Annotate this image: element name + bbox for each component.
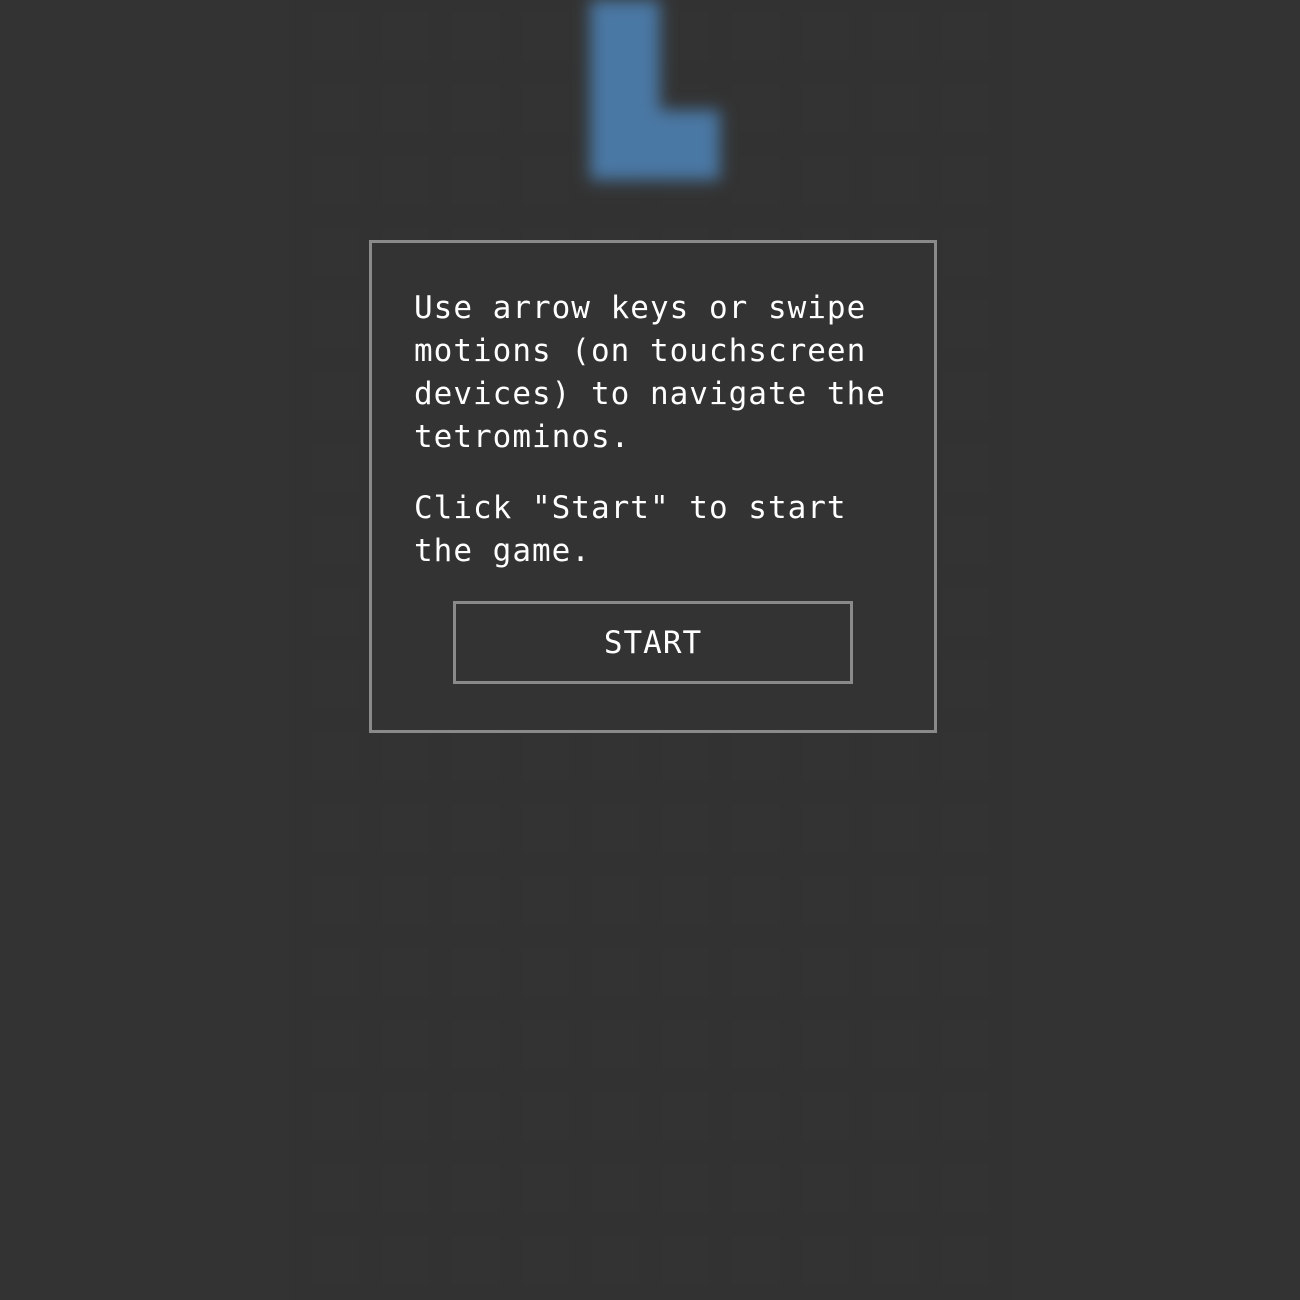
grid-line [300, 1224, 1000, 1225]
grid-line [300, 1296, 1000, 1297]
l-tetromino [300, 0, 1000, 220]
instructions-modal: Use arrow keys or swipe motions (on touc… [369, 240, 937, 733]
instructions-text: Use arrow keys or swipe motions (on touc… [414, 290, 906, 455]
grid-line [300, 1008, 1000, 1009]
start-hint-text: Click "Start" to start the game. [414, 490, 867, 569]
grid-line [300, 864, 1000, 865]
start-button[interactable]: START [453, 601, 853, 684]
grid-line [300, 1152, 1000, 1153]
tetromino-block [650, 110, 720, 180]
grid-line [300, 1080, 1000, 1081]
game-screen: Use arrow keys or swipe motions (on touc… [0, 0, 1300, 1300]
grid-line [300, 792, 1000, 793]
grid-line [300, 936, 1000, 937]
grid-line [1000, 0, 1001, 1300]
